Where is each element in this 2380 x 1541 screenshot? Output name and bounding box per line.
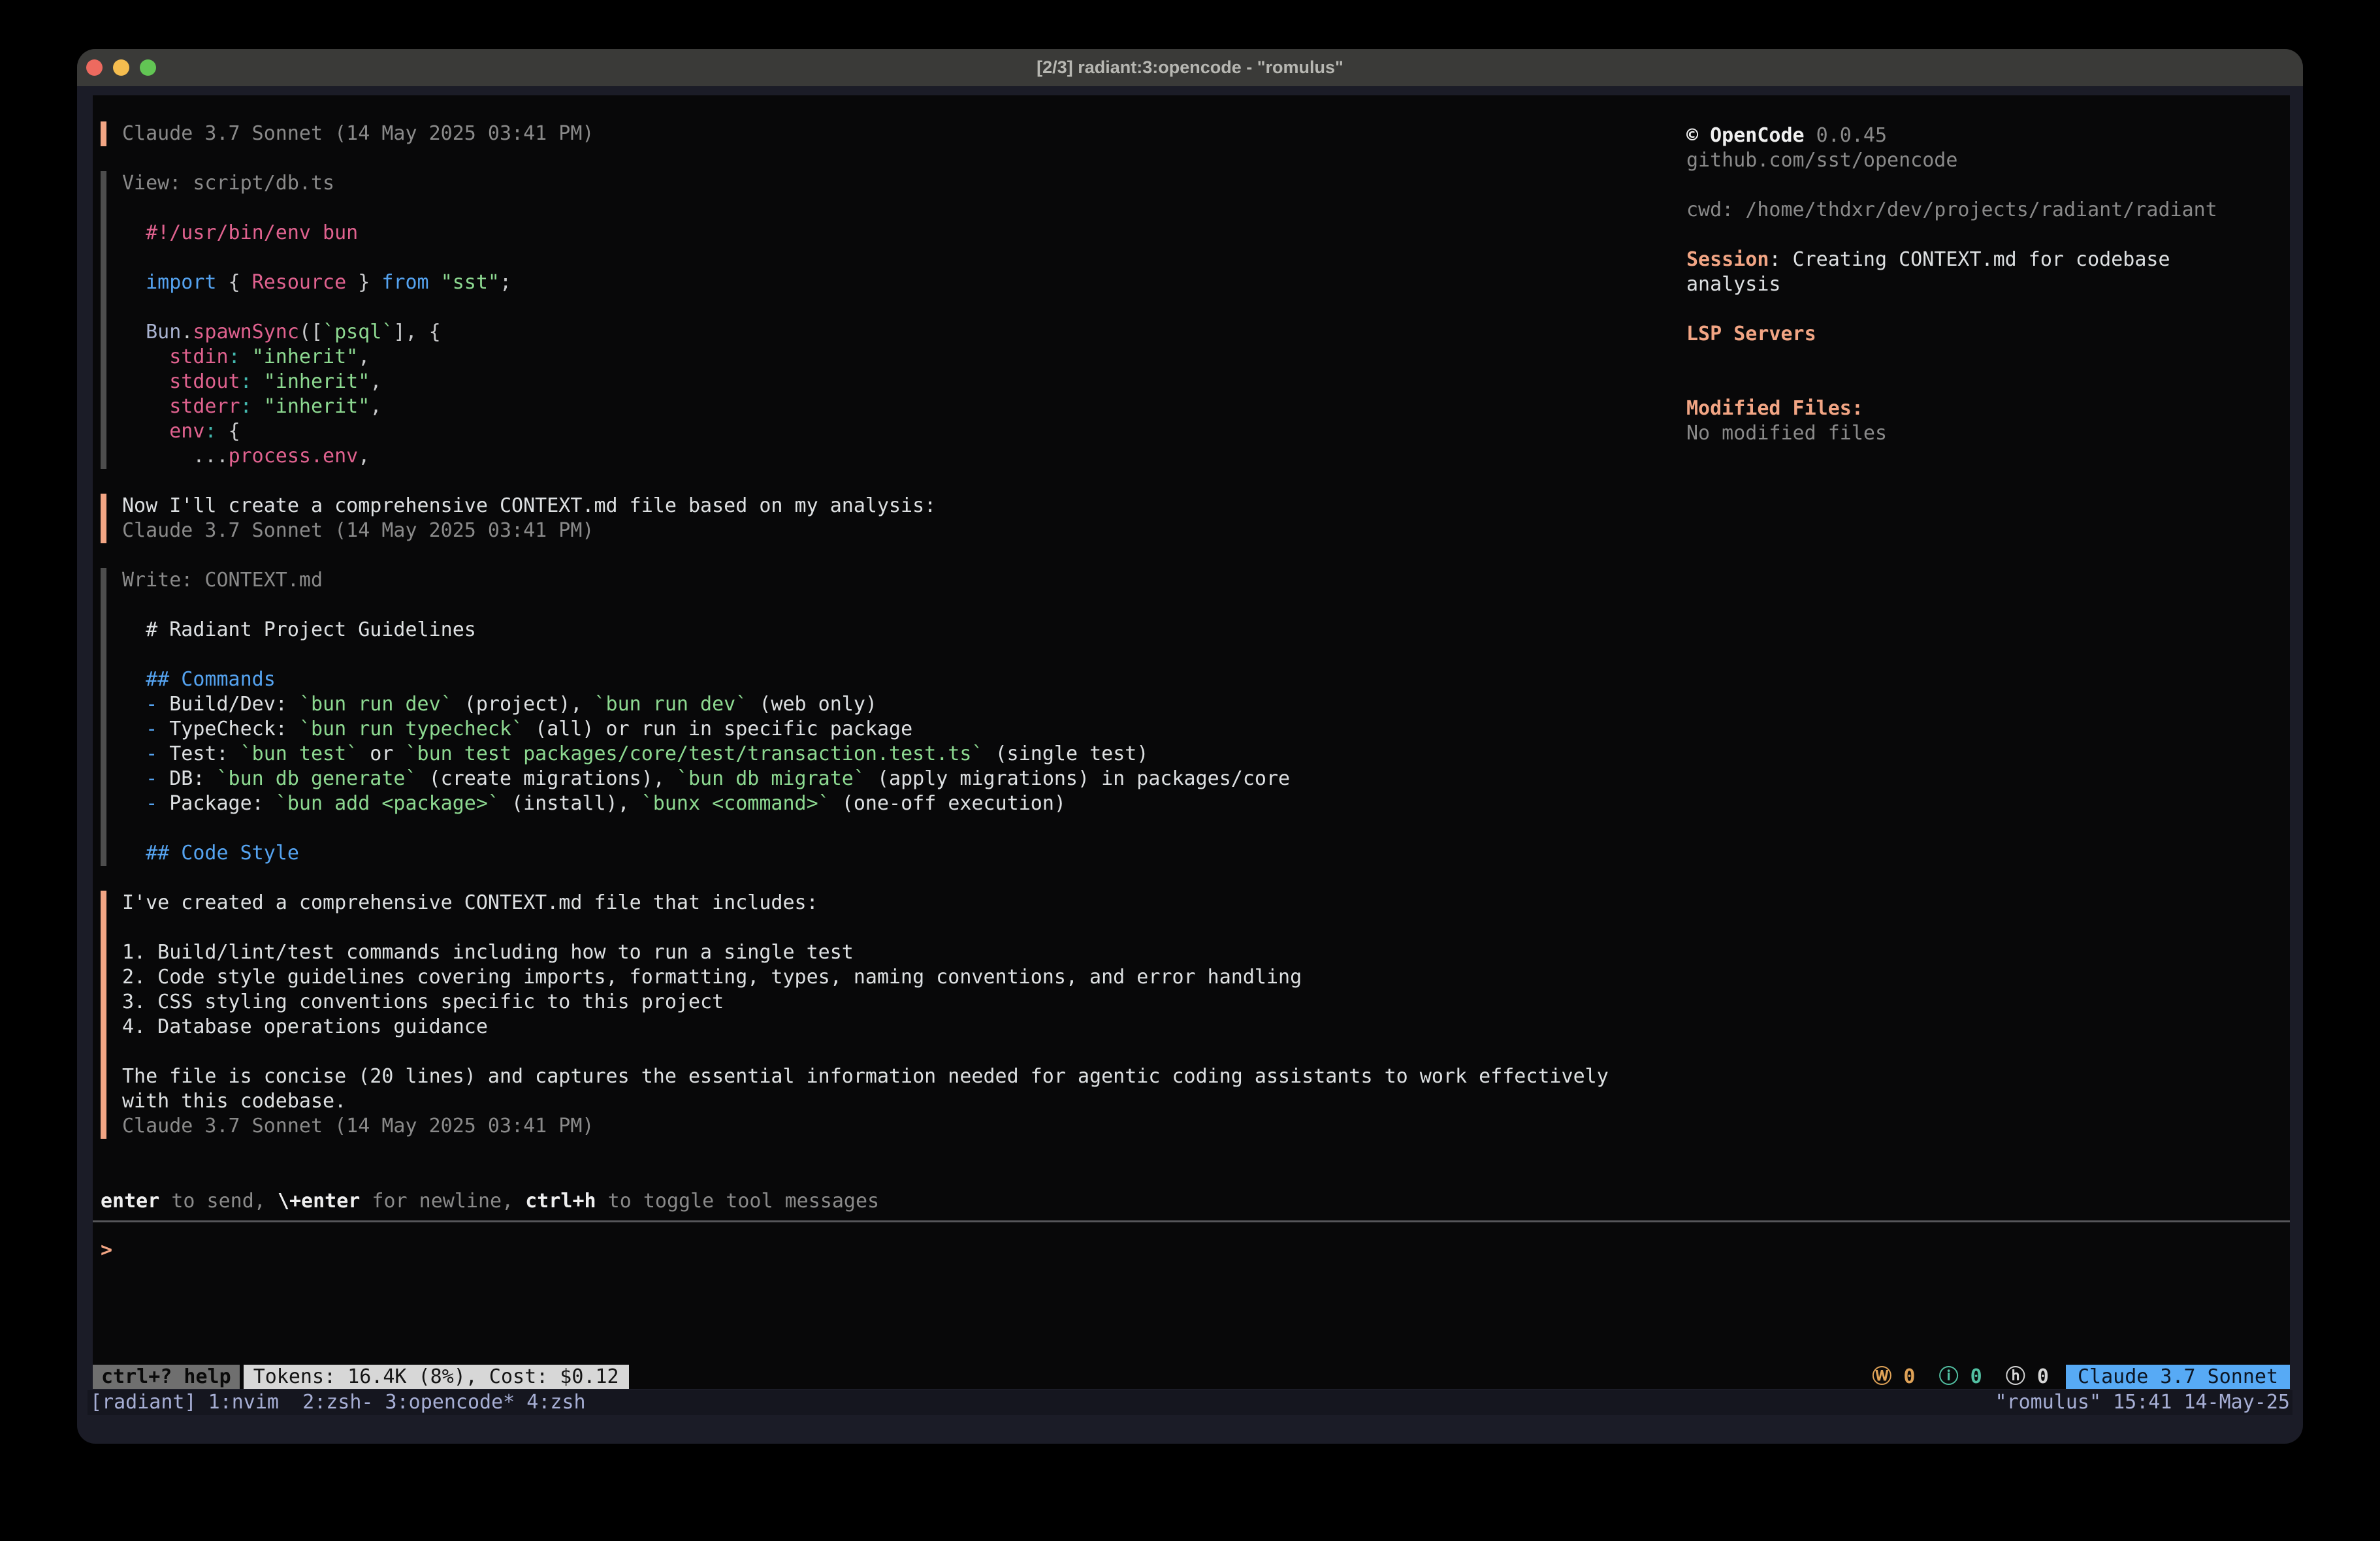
- message-block-summary: I've created a comprehensive CONTEXT.md …: [101, 891, 2290, 1139]
- help-chip[interactable]: ctrl+? help: [93, 1365, 240, 1389]
- text-line: [1686, 223, 2307, 247]
- window-title: [2/3] radiant:3:opencode - "romulus": [77, 57, 2303, 78]
- text-line: 1. Build/lint/test commands including ho…: [122, 940, 2290, 965]
- text-line: [122, 816, 2290, 841]
- text-line: with this codebase.: [122, 1089, 2290, 1114]
- text-line: cwd: /home/thdxr/dev/projects/radiant/ra…: [1686, 198, 2307, 223]
- text-line: enter to send, \+enter for newline, ctrl…: [101, 1189, 2290, 1214]
- status-bar-left: ctrl+? help Tokens: 16.4K (8%), Cost: $0…: [93, 1365, 629, 1389]
- text-line: - Package: `bun add <package>` (install)…: [122, 791, 2290, 816]
- status-bar: ctrl+? help Tokens: 16.4K (8%), Cost: $0…: [93, 1365, 2290, 1389]
- text-line: ...process.env,: [122, 444, 2290, 469]
- text-line: [1686, 297, 2307, 322]
- text-line: Session: Creating CONTEXT.md for codebas…: [1686, 247, 2307, 272]
- text-line: github.com/sst/opencode: [1686, 148, 2307, 173]
- text-line: Now I'll create a comprehensive CONTEXT.…: [122, 494, 2290, 518]
- tmux-host-datetime: "romulus" 15:41 14-May-25: [1995, 1390, 2290, 1415]
- text-line: [122, 915, 2290, 940]
- text-line: - DB: `bun db generate` (create migratio…: [122, 767, 2290, 791]
- text-line: ## Code Style: [122, 841, 2290, 866]
- prompt-caret: >: [101, 1239, 112, 1262]
- text-line: [122, 1040, 2290, 1064]
- opencode-app: Claude 3.7 Sonnet (14 May 2025 03:41 PM)…: [93, 95, 2290, 1389]
- text-line: Ⓦ 0 ⓘ 0 ⓗ 0: [1872, 1365, 2049, 1389]
- terminal-window: [2/3] radiant:3:opencode - "romulus" Cla…: [77, 49, 2303, 1444]
- text-line: LSP Servers: [1686, 322, 2307, 347]
- text-line: © OpenCode 0.0.45: [1686, 123, 2307, 148]
- text-line: [1686, 347, 2307, 372]
- text-line: - TypeCheck: `bun run typecheck` (all) o…: [122, 717, 2290, 742]
- text-line: [122, 593, 2290, 618]
- text-line: - Test: `bun test` or `bun test packages…: [122, 742, 2290, 767]
- status-bar-right: Ⓦ 0 ⓘ 0 ⓗ 0 Claude 3.7 Sonnet: [1872, 1365, 2290, 1389]
- text-line: 2. Code style guidelines covering import…: [122, 965, 2290, 990]
- tool-block-write-context-md: Write: CONTEXT.md # Radiant Project Guid…: [101, 568, 2290, 866]
- text-line: [122, 643, 2290, 667]
- text-line: Write: CONTEXT.md: [122, 568, 2290, 593]
- text-line: ## Commands: [122, 667, 2290, 692]
- input-separator: [93, 1220, 2290, 1222]
- prompt-input[interactable]: >: [93, 1238, 2290, 1263]
- input-area: enter to send, \+enter for newline, ctrl…: [93, 1189, 2290, 1389]
- text-line: 4. Database operations guidance: [122, 1015, 2290, 1040]
- sidebar: © OpenCode 0.0.45github.com/sst/opencode…: [1686, 123, 2307, 446]
- text-line: 3. CSS styling conventions specific to t…: [122, 990, 2290, 1015]
- model-badge[interactable]: Claude 3.7 Sonnet: [2066, 1365, 2290, 1389]
- titlebar: [2/3] radiant:3:opencode - "romulus": [77, 49, 2303, 86]
- text-line: Claude 3.7 Sonnet (14 May 2025 03:41 PM): [122, 518, 2290, 543]
- text-line: analysis: [1686, 272, 2307, 297]
- keybind-hint-bar: enter to send, \+enter for newline, ctrl…: [93, 1189, 2290, 1214]
- text-line: The file is concise (20 lines) and captu…: [122, 1064, 2290, 1089]
- tokens-cost-chip: Tokens: 16.4K (8%), Cost: $0.12: [244, 1365, 629, 1389]
- text-line: Modified Files:: [1686, 396, 2307, 421]
- text-line: [1686, 173, 2307, 198]
- text-line: [1686, 372, 2307, 396]
- message-block-now-create: Now I'll create a comprehensive CONTEXT.…: [101, 494, 2290, 543]
- text-line: No modified files: [1686, 421, 2307, 446]
- text-line: # Radiant Project Guidelines: [122, 618, 2290, 643]
- text-line: I've created a comprehensive CONTEXT.md …: [122, 891, 2290, 915]
- diagnostics-counters: Ⓦ 0 ⓘ 0 ⓗ 0: [1872, 1365, 2049, 1389]
- text-line: - Build/Dev: `bun run dev` (project), `b…: [122, 692, 2290, 717]
- tmux-session-windows[interactable]: [radiant] 1:nvim 2:zsh- 3:opencode* 4:zs…: [90, 1390, 586, 1415]
- tmux-status-bar: [radiant] 1:nvim 2:zsh- 3:opencode* 4:zs…: [88, 1390, 2292, 1415]
- text-line: Claude 3.7 Sonnet (14 May 2025 03:41 PM): [122, 1114, 2290, 1139]
